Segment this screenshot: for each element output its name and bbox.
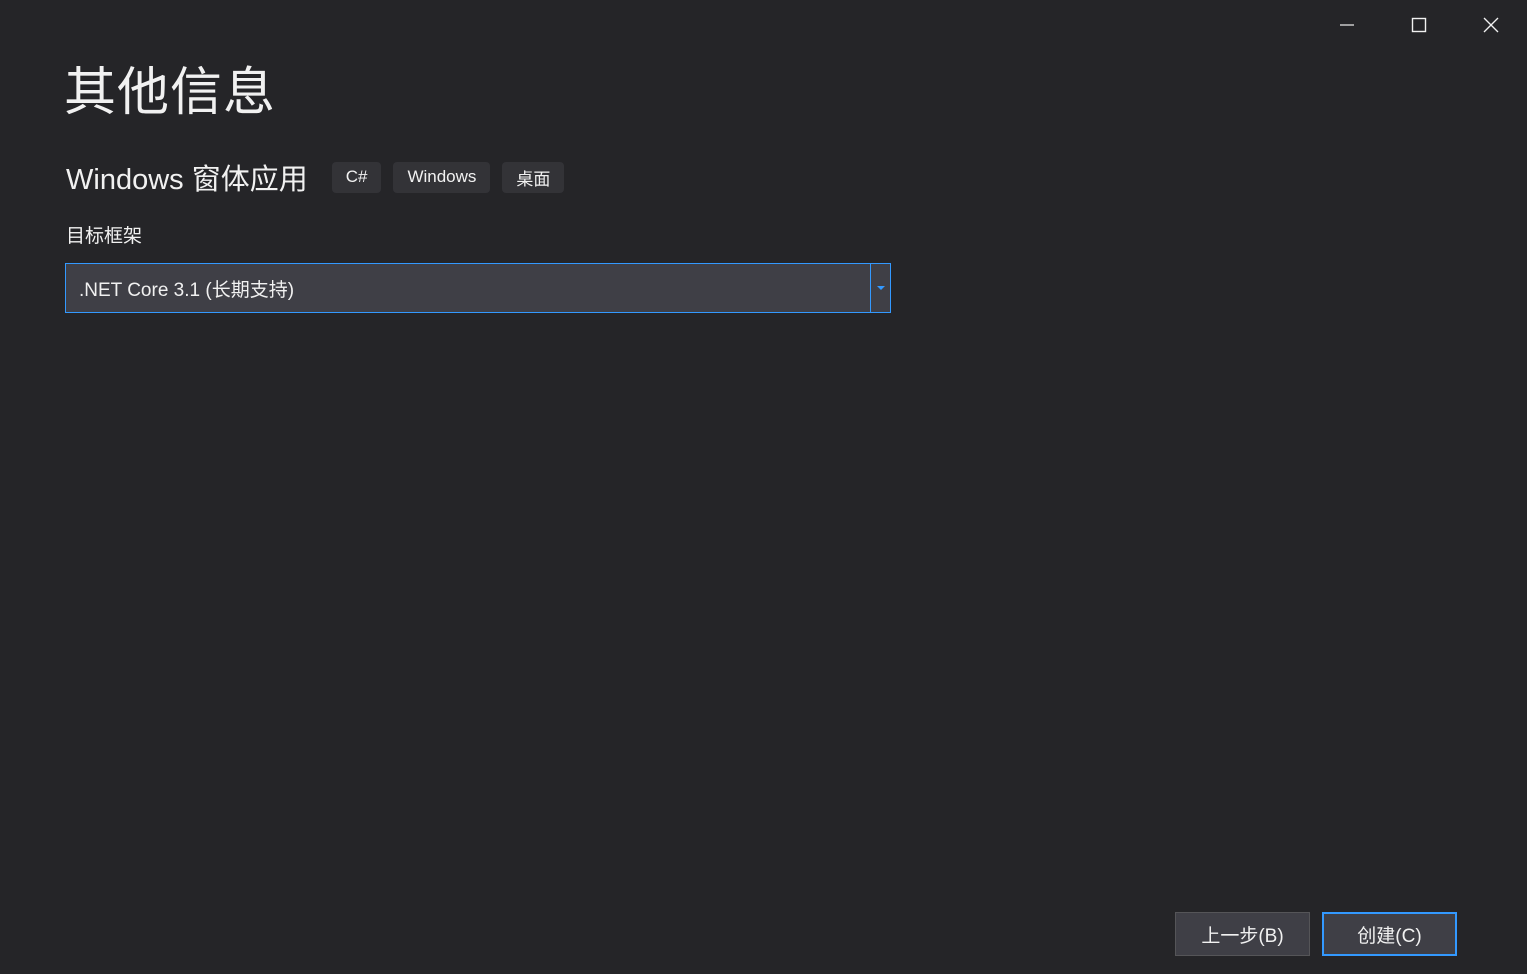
dropdown-arrow-button[interactable] [870, 264, 890, 312]
maximize-icon [1411, 17, 1427, 33]
template-info: Windows 窗体应用 C# Windows 桌面 [66, 157, 576, 197]
tag-project-type: 桌面 [502, 161, 565, 193]
dialog-window: 其他信息 Windows 窗体应用 C# Windows 桌面 目标框架 .NE… [0, 0, 1527, 974]
framework-select[interactable]: .NET Core 3.1 (长期支持) [65, 263, 891, 313]
close-icon [1483, 17, 1499, 33]
create-button[interactable]: 创建(C) [1322, 912, 1457, 956]
framework-label: 目标框架 [66, 226, 143, 247]
back-button[interactable]: 上一步(B) [1175, 912, 1310, 956]
close-button[interactable] [1455, 0, 1527, 50]
framework-selected-value: .NET Core 3.1 (长期支持) [79, 279, 295, 301]
minimize-button[interactable] [1311, 0, 1383, 50]
maximize-button[interactable] [1383, 0, 1455, 50]
template-name: Windows 窗体应用 [66, 164, 308, 196]
page-title: 其他信息 [64, 64, 277, 122]
chevron-down-icon [876, 285, 885, 290]
tag-language: C# [331, 161, 382, 193]
window-controls [1311, 0, 1527, 50]
minimize-icon [1340, 24, 1354, 26]
tag-platform: Windows [393, 161, 491, 193]
